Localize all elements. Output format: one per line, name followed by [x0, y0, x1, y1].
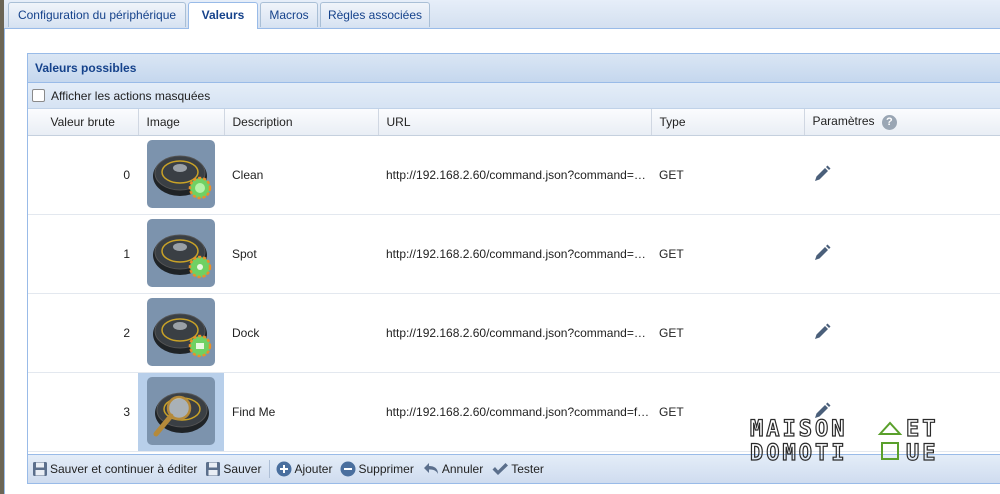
robot-vacuum-dock-icon — [147, 297, 215, 366]
params-cell — [804, 135, 1000, 215]
panel-title: Valeurs possibles — [28, 54, 1000, 83]
robot-vacuum-find-icon — [147, 376, 215, 445]
svg-text:DOMOTI: DOMOTI — [750, 441, 847, 464]
col-raw-value[interactable]: Valeur brute — [28, 109, 139, 136]
tab-values[interactable]: Valeurs — [188, 2, 258, 29]
image-cell[interactable] — [138, 135, 224, 215]
image-cell[interactable] — [138, 293, 224, 373]
params-cell — [804, 214, 1000, 294]
robot-vacuum-spot-icon — [147, 218, 215, 287]
col-params[interactable]: Paramètres ? — [804, 109, 1000, 136]
save-continue-button[interactable]: Sauver et continuer à éditer — [32, 461, 197, 477]
robot-vacuum-clean-icon — [147, 139, 215, 208]
col-params-label: Paramètres — [812, 114, 875, 129]
test-label: Tester — [511, 462, 544, 476]
add-button[interactable]: Ajouter — [276, 461, 332, 477]
cancel-button[interactable]: Annuler — [422, 461, 483, 477]
values-grid: Valeur brute Image Description URL Type … — [28, 109, 1000, 452]
col-description[interactable]: Description — [224, 109, 379, 136]
save-disk-icon — [33, 462, 47, 476]
col-type[interactable]: Type — [651, 109, 805, 136]
table-row[interactable]: 2 Dock http://192.168.2.60/command.json?… — [28, 293, 1000, 373]
show-hidden-toolbar: Afficher les actions masquées — [28, 83, 1000, 109]
checkmark-icon — [492, 463, 509, 475]
tab-bar: Configuration du périphérique Valeurs Ma… — [4, 0, 1000, 29]
delete-label: Supprimer — [358, 462, 414, 476]
help-icon[interactable]: ? — [881, 114, 897, 130]
show-hidden-label: Afficher les actions masquées — [51, 88, 211, 103]
raw-value-cell: 2 — [28, 293, 138, 373]
col-url[interactable]: URL — [378, 109, 652, 136]
save-disk-icon — [206, 462, 221, 476]
grid-header-row: Valeur brute Image Description URL Type … — [28, 109, 1000, 136]
tab-device-config[interactable]: Configuration du périphérique — [8, 2, 186, 27]
save-continue-label: Sauver et continuer à éditer — [50, 462, 198, 476]
minus-circle-icon — [340, 461, 356, 477]
plus-circle-icon — [276, 461, 292, 477]
type-cell: GET — [651, 214, 804, 294]
image-cell[interactable] — [138, 214, 224, 294]
url-cell: http://192.168.2.60/command.json?command… — [378, 372, 651, 452]
tab-associated-rules[interactable]: Règles associées — [320, 2, 430, 27]
save-label: Sauver — [223, 462, 262, 476]
description-cell: Clean — [224, 135, 378, 215]
edit-pencil-icon[interactable] — [812, 164, 832, 184]
raw-value-cell: 0 — [28, 135, 138, 215]
tab-macros[interactable]: Macros — [260, 2, 318, 27]
params-cell — [804, 293, 1000, 373]
test-button[interactable]: Tester — [491, 461, 544, 477]
table-row[interactable]: 0 Clean http://192.168.2.60/command.json… — [28, 135, 1000, 215]
edit-pencil-icon[interactable] — [812, 322, 832, 342]
delete-button[interactable]: Supprimer — [340, 461, 414, 477]
url-cell: http://192.168.2.60/command.json?command… — [378, 135, 651, 215]
table-row[interactable]: 1 Spot http://192.168.2.60/command.json?… — [28, 214, 1000, 294]
type-cell: GET — [651, 135, 804, 215]
col-image[interactable]: Image — [138, 109, 225, 136]
svg-text:MAISON: MAISON — [750, 417, 847, 442]
url-cell: http://192.168.2.60/command.json?command… — [378, 293, 651, 373]
toolbar-separator — [269, 460, 271, 478]
svg-text:ET: ET — [906, 417, 939, 442]
svg-text:UE: UE — [906, 441, 939, 464]
raw-value-cell: 3 — [28, 372, 138, 452]
url-cell: http://192.168.2.60/command.json?command… — [378, 214, 651, 294]
save-button[interactable]: Sauver — [205, 461, 261, 477]
undo-arrow-icon — [423, 463, 438, 474]
edit-pencil-icon[interactable] — [812, 243, 832, 263]
show-hidden-checkbox[interactable] — [32, 89, 45, 102]
description-cell: Find Me — [224, 372, 378, 452]
maison-et-domotique-logo: MAISON ET DOMOTI UE — [749, 416, 939, 464]
description-cell: Spot — [224, 214, 378, 294]
image-cell-selected[interactable] — [138, 372, 224, 452]
add-label: Ajouter — [294, 462, 333, 476]
description-cell: Dock — [224, 293, 378, 373]
type-cell: GET — [651, 293, 804, 373]
raw-value-cell: 1 — [28, 214, 138, 294]
cancel-label: Annuler — [441, 462, 484, 476]
